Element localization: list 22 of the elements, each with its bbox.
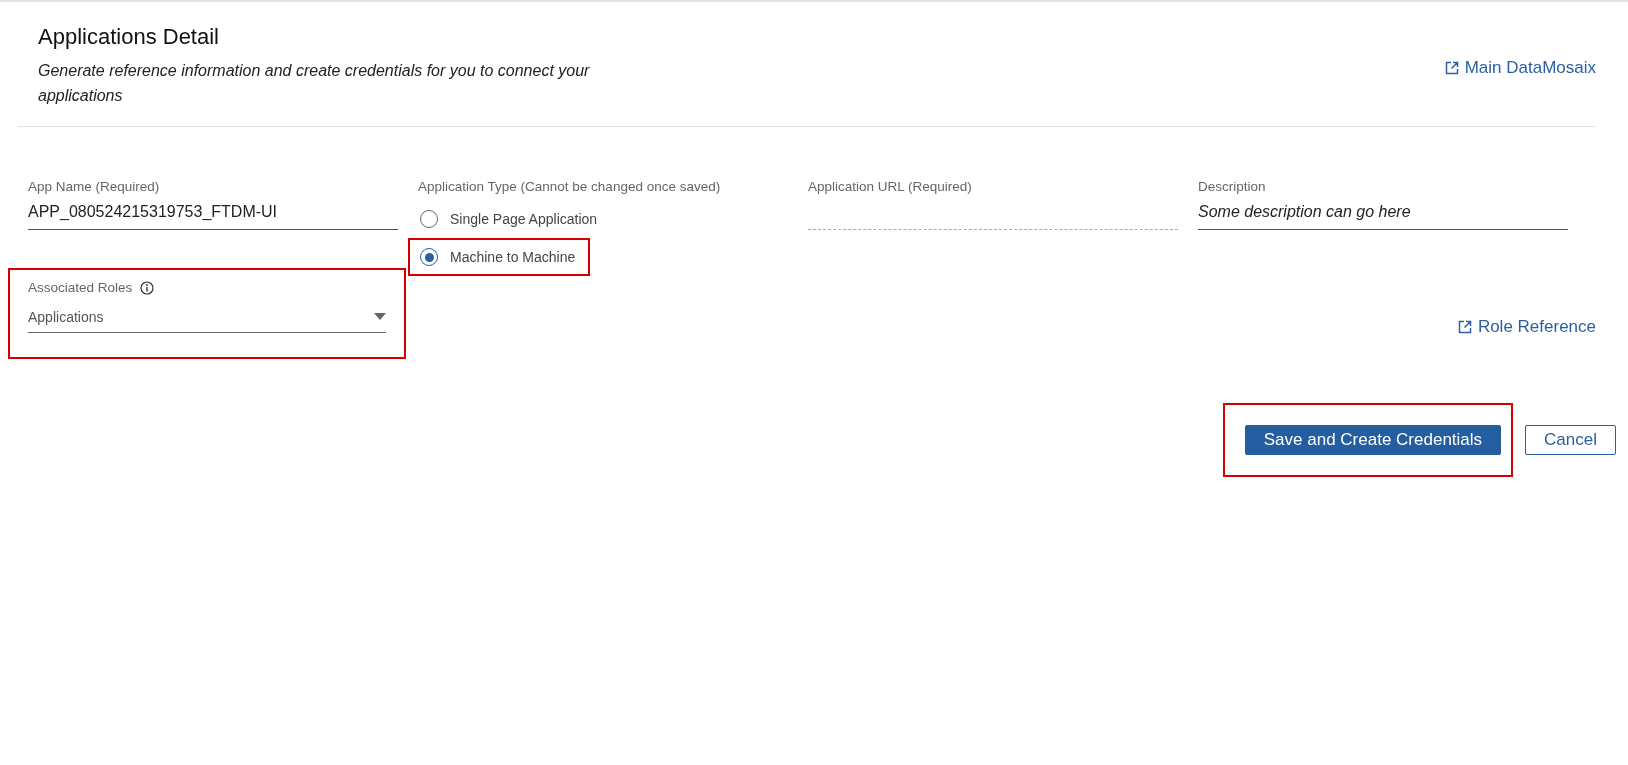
external-link-icon (1444, 61, 1459, 75)
field-label: Description (1198, 179, 1267, 194)
text-field[interactable]: APP_080524215319753_FTDM-UI (28, 200, 398, 230)
radio-option[interactable]: Single Page Application (408, 200, 788, 238)
roles-dropdown[interactable]: Applications (28, 301, 386, 333)
external-link-icon (1457, 320, 1472, 334)
text-field[interactable]: Some description can go here (1198, 200, 1568, 230)
info-icon (140, 280, 155, 295)
save-button[interactable]: Save and Create Credentials (1244, 425, 1502, 455)
main-link[interactable]: Main DataMosaix (1444, 58, 1596, 78)
radio-label: Machine to Machine (450, 249, 576, 265)
radio-option[interactable]: Machine to Machine (408, 238, 590, 276)
caret-icon (374, 313, 386, 320)
field-label: App Name (Required) (28, 179, 161, 194)
field-label: Application Type (Cannot be changed once saved) (418, 179, 722, 194)
field-label: Application URL (Required) (808, 179, 973, 194)
radio-label: Single Page Application (450, 211, 598, 227)
page-title: Applications Detail (38, 24, 220, 50)
field-label: Associated Roles (28, 280, 386, 295)
cancel-button[interactable]: Cancel (1525, 425, 1616, 455)
role-reference-link[interactable]: Role Reference (1457, 317, 1596, 337)
page-subtitle: Generate reference information and create credentials for you to connect your applications (38, 61, 591, 106)
